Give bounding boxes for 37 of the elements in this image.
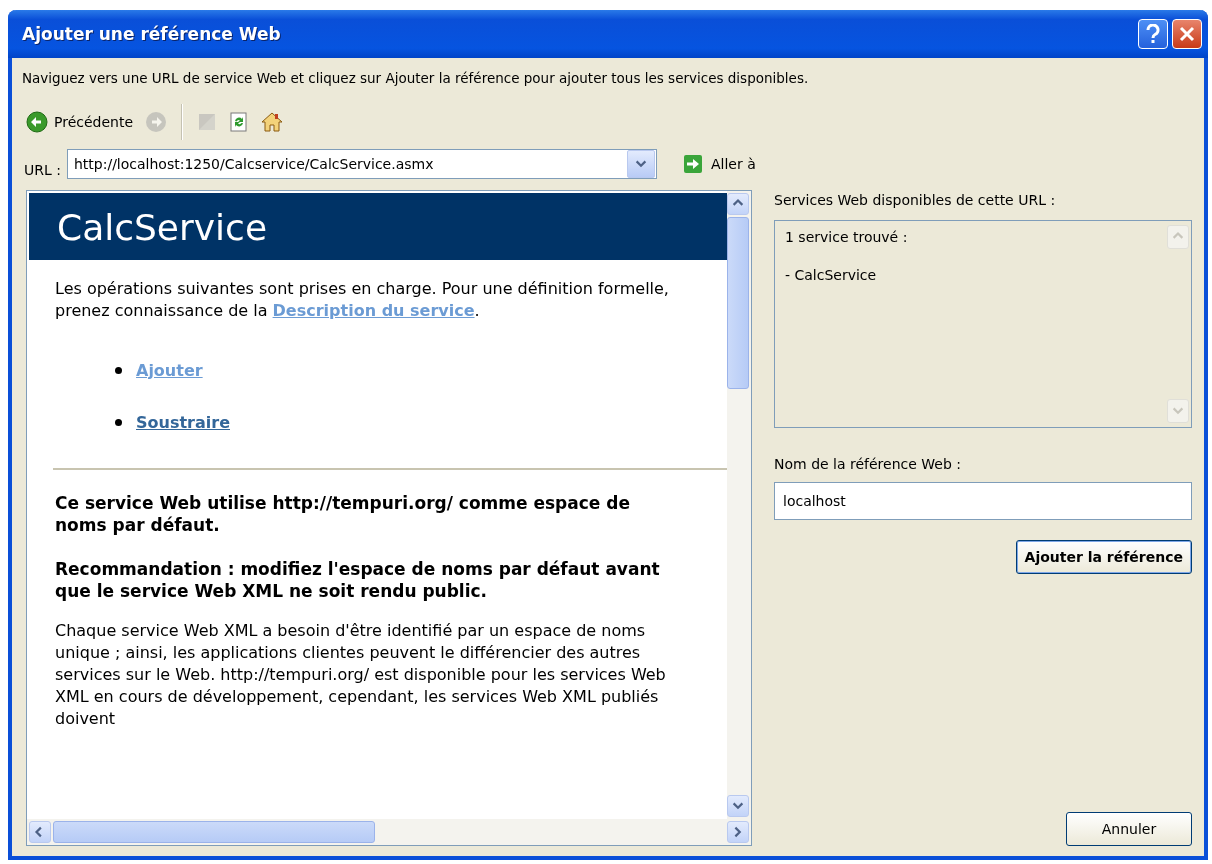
- bullet-icon: [115, 366, 122, 374]
- link[interactable]: Soustraire: [136, 412, 230, 432]
- go-button[interactable]: Aller à: [680, 152, 758, 176]
- bullet-icon: [115, 418, 122, 426]
- scroll-thumb[interactable]: [53, 821, 375, 843]
- services-line: - CalcService: [785, 267, 878, 283]
- home-icon: [261, 111, 284, 133]
- heading: Ce service Web utilise http://tempuri.org/ comme espace de noms par défaut.: [55, 492, 631, 536]
- scroll-down-button[interactable]: [727, 795, 749, 817]
- question-mark-icon: [1146, 24, 1160, 44]
- refresh-page-icon: [229, 112, 250, 132]
- reference-name-label: Nom de la référence Web :: [774, 456, 962, 472]
- scroll-left-button[interactable]: [29, 821, 51, 843]
- body-paragraph: Chaque service Web XML a besoin d'être identifié par un espace de noms unique ; ainsi, les applications clientes peuvent le différencier des autres services sur le Web. http://tempuri.org/ est disponible pour les services Web XML en cours de développement, cependant, les services Web XML publiés doivent: [55, 620, 667, 730]
- url-label: URL :: [24, 162, 61, 180]
- close-icon: [1179, 26, 1195, 42]
- scroll-thumb[interactable]: [727, 217, 749, 389]
- services-label: Services Web disponibles de cette URL :: [774, 192, 1057, 208]
- heading: Recommandation : modifiez l'espace de noms par défaut avant que le service Web XML ne soit rendu public.: [55, 558, 661, 602]
- help-button[interactable]: [1138, 19, 1168, 49]
- back-button[interactable]: Précédente: [24, 109, 136, 135]
- close-button[interactable]: [1172, 19, 1202, 49]
- horizontal-scrollbar[interactable]: [27, 819, 751, 845]
- url-combo-box[interactable]: http://localhost:1250/Calcservice/CalcService.asmx: [66, 149, 657, 179]
- vertical-scrollbar[interactable]: [727, 191, 751, 819]
- window-title: Ajouter une référence Web: [22, 24, 282, 44]
- scroll-up-button[interactable]: [727, 193, 749, 215]
- scroll-right-button[interactable]: [727, 821, 749, 843]
- intro-paragraph: Les opérations suivantes sont prises en charge. Pour une définition formelle, prenez connaissance de la Description du service.: [55, 278, 670, 322]
- instruction-text: Naviguez vers une URL de service Web et cliquez sur Ajouter la référence pour ajouter tous les services disponibles.: [21, 69, 810, 86]
- stop-page-icon: [197, 112, 218, 132]
- services-line: 1 service trouvé :: [785, 229, 909, 245]
- reference-name-field[interactable]: localhost: [774, 482, 1192, 520]
- page-header: CalcService: [29, 193, 727, 260]
- cancel-button[interactable]: Annuler: [1066, 812, 1192, 846]
- add-reference-button[interactable]: Ajouter la référence: [1015, 540, 1192, 574]
- dropdown-button[interactable]: [626, 150, 655, 178]
